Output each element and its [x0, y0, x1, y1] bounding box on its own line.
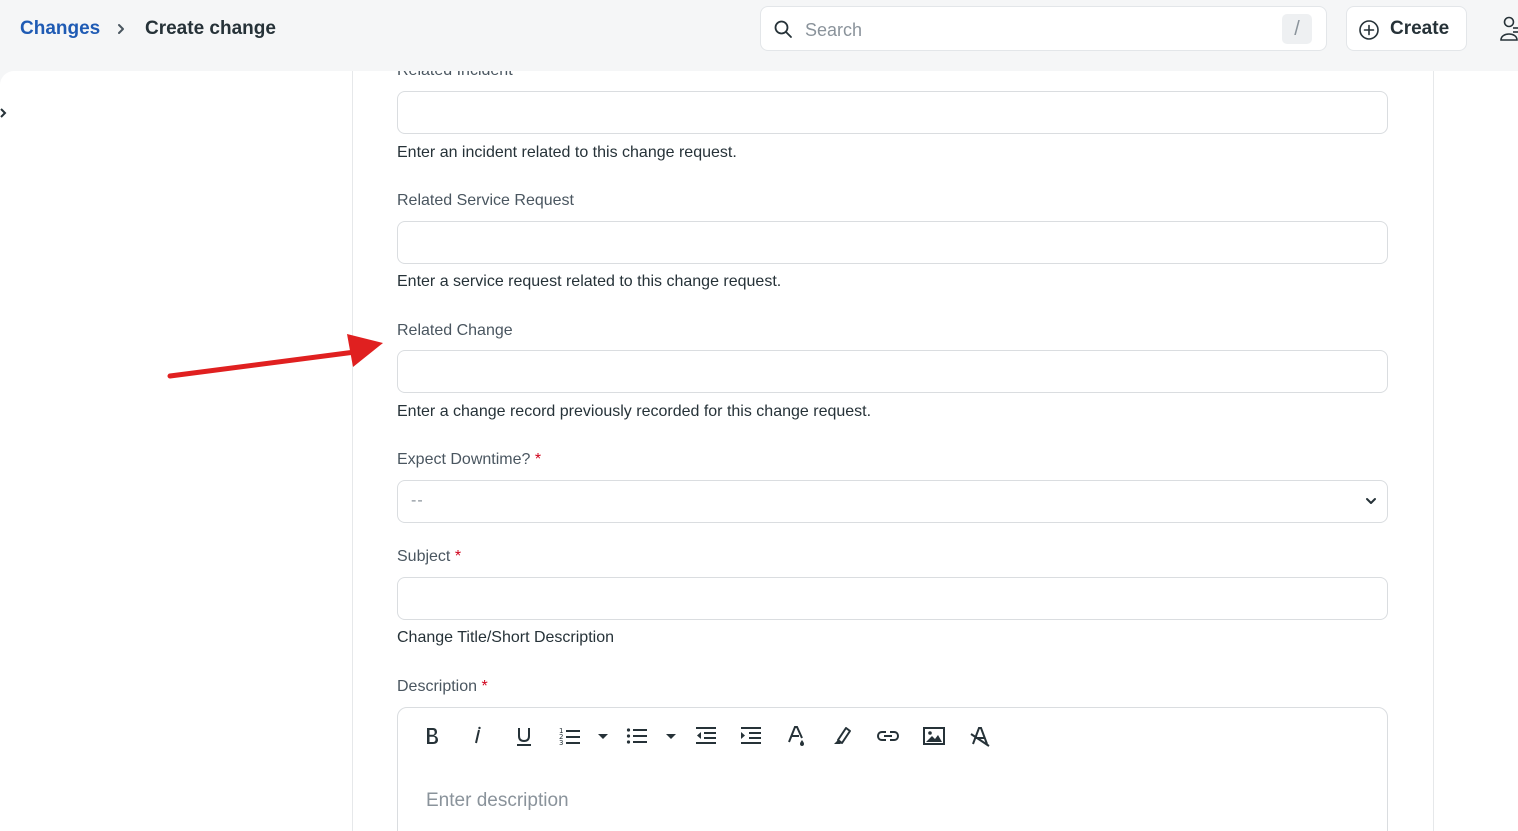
related-change-input[interactable]: [410, 361, 1374, 385]
required-marker: *: [454, 548, 462, 565]
related-service-request-input[interactable]: [410, 232, 1374, 256]
indent-icon[interactable]: [739, 724, 763, 748]
required-marker: *: [534, 451, 542, 468]
top-bar: Changes Create change / Create: [0, 0, 1518, 60]
list-style-dropdown-icon[interactable]: [596, 724, 610, 748]
user-profile-icon[interactable]: [1500, 16, 1518, 44]
related-change-help: Enter a change record previously recorde…: [397, 403, 872, 420]
related-incident-help: Enter an incident related to this change…: [397, 144, 737, 161]
italic-icon[interactable]: [466, 724, 490, 748]
subject-input[interactable]: [410, 588, 1374, 612]
subject-field[interactable]: [397, 577, 1388, 620]
annotation-arrow: [167, 334, 383, 379]
description-editor[interactable]: 123 Enter description: [397, 707, 1388, 831]
related-change-label: Related Change: [397, 322, 513, 339]
search-box[interactable]: /: [760, 6, 1327, 51]
outdent-icon[interactable]: [694, 724, 718, 748]
bullet-style-dropdown-icon[interactable]: [664, 724, 678, 748]
expect-downtime-label-text: Expect Downtime?: [397, 451, 531, 468]
subject-label-text: Subject: [397, 548, 451, 565]
create-button-label: Create: [1390, 18, 1450, 39]
related-change-field[interactable]: [397, 350, 1388, 393]
required-marker: *: [481, 678, 488, 695]
search-shortcut-hint: /: [1282, 14, 1312, 44]
image-icon[interactable]: [922, 724, 946, 748]
change-form: Related Incident Enter an incident relat…: [352, 71, 1434, 831]
text-color-icon[interactable]: [785, 724, 809, 748]
clear-format-icon[interactable]: [968, 724, 992, 748]
underline-icon[interactable]: [512, 724, 536, 748]
sidebar-expand-icon[interactable]: [0, 107, 8, 119]
related-incident-label: Related Incident: [397, 71, 513, 80]
svg-text:3: 3: [559, 739, 563, 747]
link-icon[interactable]: [876, 724, 900, 748]
ordered-list-icon[interactable]: 123: [558, 724, 582, 748]
description-label: Description *: [397, 678, 488, 696]
content-panel: Related Incident Enter an incident relat…: [0, 71, 1518, 831]
related-service-request-help: Enter a service request related to this …: [397, 273, 782, 290]
chevron-right-icon: [118, 24, 124, 34]
bullet-list-icon[interactable]: [625, 724, 649, 748]
related-incident-input[interactable]: [410, 102, 1374, 126]
subject-help: Change Title/Short Description: [397, 629, 614, 646]
search-input[interactable]: [803, 17, 1237, 43]
search-icon: [774, 20, 792, 38]
description-placeholder: Enter description: [426, 790, 569, 811]
subject-label: Subject *: [397, 548, 461, 566]
plus-circle-icon: [1359, 20, 1379, 40]
page-title: Create change: [145, 18, 276, 39]
description-label-text: Description: [397, 678, 478, 695]
related-incident-field[interactable]: [397, 91, 1388, 134]
expect-downtime-select[interactable]: --: [397, 480, 1388, 523]
bold-icon[interactable]: [420, 724, 444, 748]
expect-downtime-value: --: [411, 492, 424, 509]
related-service-request-label: Related Service Request: [397, 192, 574, 209]
breadcrumb-changes-link[interactable]: Changes: [20, 18, 100, 40]
create-button[interactable]: Create: [1346, 6, 1467, 51]
chevron-down-icon: [1366, 498, 1376, 504]
expect-downtime-label: Expect Downtime? *: [397, 451, 541, 469]
highlight-icon[interactable]: [830, 724, 854, 748]
related-service-request-field[interactable]: [397, 221, 1388, 264]
